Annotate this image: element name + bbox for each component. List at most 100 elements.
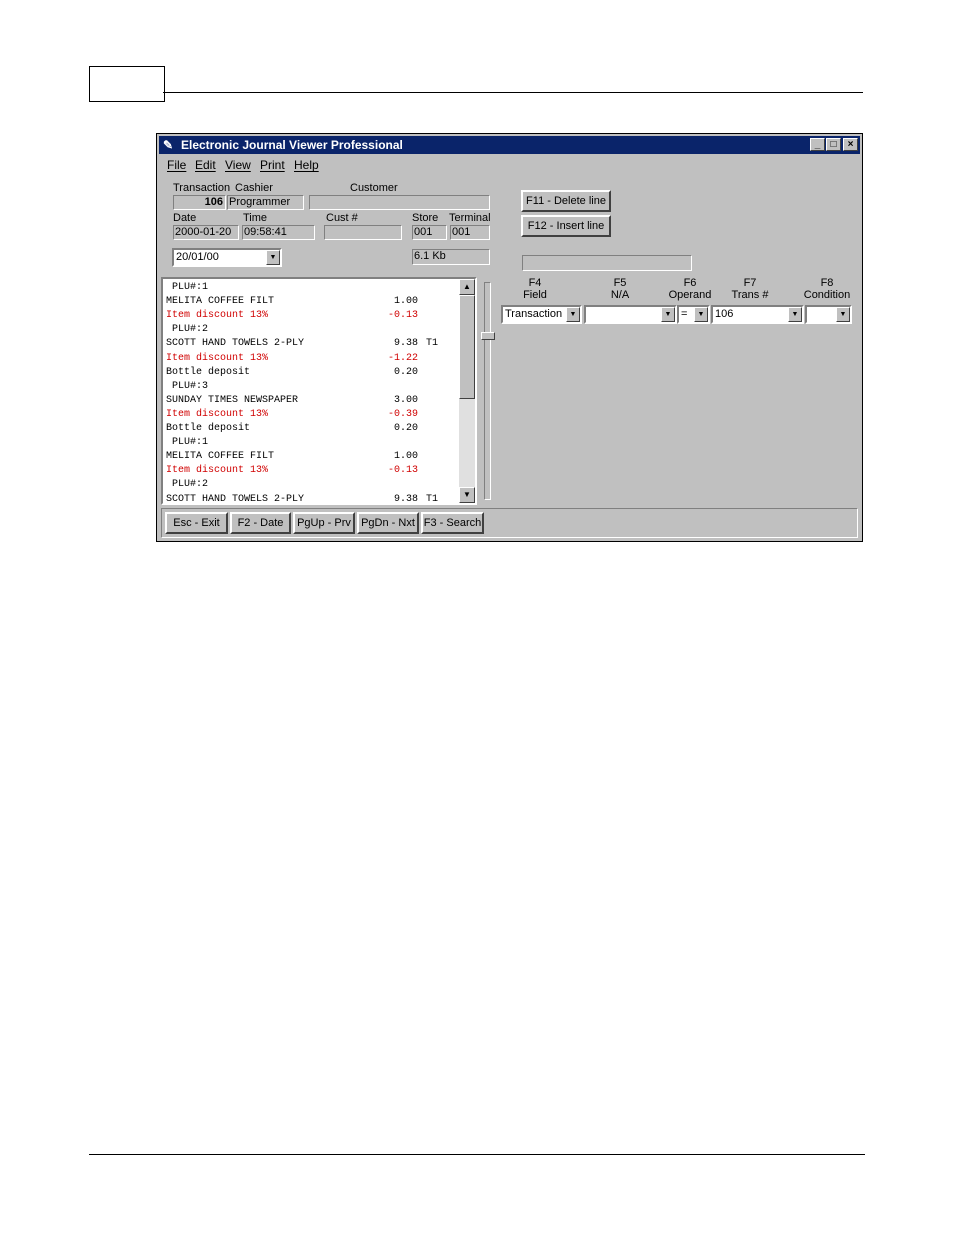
journal-line-amount: 0.20	[393, 366, 418, 378]
journal-line: PLU#:2	[166, 478, 208, 492]
page-down-button[interactable]: PgDn - Nxt	[357, 512, 419, 534]
journal-line-text: Bottle deposit	[166, 423, 251, 434]
journal-line-text: Item discount 13%	[166, 465, 269, 477]
minimize-button[interactable]: _	[810, 138, 825, 151]
journal-line-text: PLU#:1	[166, 437, 209, 449]
date-button[interactable]: F2 - Date	[230, 512, 291, 534]
insert-line-button[interactable]: F12 - Insert line	[521, 215, 611, 237]
date-select[interactable]: 20/01/00 ▼	[172, 248, 282, 267]
journal-list[interactable]: PLU#:1 MELITA COFFEE FILT 1.00 Item discoun…	[161, 277, 477, 505]
footer-rule	[89, 1154, 865, 1155]
journal-line: MELITA COFFEE FILT 1.00	[166, 450, 418, 464]
operand-select[interactable]: = ▼	[677, 305, 710, 324]
journal-line-text: SUNDAY TIMES NEWSPAPER	[166, 394, 299, 406]
maximize-button[interactable]: □	[826, 138, 841, 151]
menu-view[interactable]: View	[225, 158, 251, 172]
f5-field-label: N/A	[610, 289, 630, 301]
na-select[interactable]: ▼	[584, 305, 677, 324]
field-select[interactable]: Transaction ▼	[501, 305, 582, 324]
menu-help[interactable]: Help	[294, 158, 319, 172]
f4-key-label: F4	[528, 277, 542, 289]
title-bar[interactable]: ✎ Electronic Journal Viewer Professional…	[159, 136, 860, 154]
journal-line-text: MELITA COFFEE FILT	[166, 296, 275, 308]
journal-scrollbar[interactable]: ▲ ▼	[459, 279, 475, 503]
journal-line-amount: 9.38	[393, 338, 418, 350]
store-field: 001	[412, 225, 447, 240]
date-select-value: 20/01/00	[176, 251, 219, 263]
journal-line: SCOTT HAND TOWELS 2-PLY 9.38 T1	[166, 493, 438, 505]
journal-line: Item discount 13% -1.22	[166, 352, 418, 366]
journal-line: Bottle deposit 0.20	[166, 366, 418, 380]
scroll-down-arrow-icon[interactable]: ▼	[459, 487, 475, 503]
journal-line-tax: T1	[426, 338, 439, 350]
journal-line: PLU#:1	[166, 281, 208, 295]
journal-line: Item discount 13% -0.39	[166, 408, 418, 422]
date-label: Date	[173, 212, 197, 224]
transaction-label: Transaction	[173, 182, 231, 194]
scroll-up-arrow-icon[interactable]: ▲	[459, 279, 475, 295]
f6-key-label: F6	[683, 277, 697, 289]
journal-line-amount: 0.20	[393, 423, 418, 434]
journal-line-amount: 1.00	[393, 451, 418, 463]
delete-line-button[interactable]: F11 - Delete line	[521, 190, 611, 212]
app-icon: ✎	[163, 138, 174, 152]
chevron-down-icon[interactable]: ▼	[836, 307, 850, 322]
time-field: 09:58:41	[242, 225, 315, 240]
f8-header: F8 Condition	[803, 277, 851, 301]
f7-field-label: Trans #	[731, 289, 769, 301]
condition-select[interactable]: ▼	[805, 305, 852, 324]
menu-file[interactable]: File	[167, 158, 186, 172]
operand-select-value: =	[681, 308, 688, 320]
exit-button[interactable]: Esc - Exit	[165, 512, 228, 534]
customer-label: Customer	[350, 182, 398, 194]
cust-number-label: Cust #	[326, 212, 358, 224]
split-slider-thumb[interactable]	[481, 332, 495, 340]
f4-field-label: Field	[523, 289, 547, 301]
f7-key-label: F7	[743, 277, 757, 289]
journal-line-text: Item discount 13%	[166, 310, 269, 322]
trans-number-value: 106	[715, 308, 734, 320]
f5-header: F5 N/A	[607, 277, 633, 301]
journal-line-amount: -1.22	[387, 352, 418, 364]
journal-line-amount: -0.39	[387, 408, 418, 420]
chevron-down-icon[interactable]: ▼	[566, 307, 580, 322]
transaction-number-field: 106	[173, 195, 226, 210]
progress-field	[522, 255, 692, 271]
store-label: Store	[412, 212, 439, 224]
journal-viewer-window: ✎ Electronic Journal Viewer Professional…	[156, 133, 863, 542]
journal-line: Item discount 13% -0.13	[166, 309, 418, 323]
search-button[interactable]: F3 - Search	[421, 512, 484, 534]
journal-line-amount: 9.38	[393, 493, 418, 505]
chevron-down-icon[interactable]: ▼	[661, 307, 675, 322]
scroll-thumb[interactable]	[459, 295, 475, 399]
terminal-field: 001	[450, 225, 490, 240]
cashier-label: Cashier	[235, 182, 273, 194]
chevron-down-icon[interactable]: ▼	[788, 307, 802, 322]
trans-number-select[interactable]: 106 ▼	[711, 305, 804, 324]
chevron-down-icon[interactable]: ▼	[266, 250, 280, 265]
journal-line: PLU#:1	[166, 436, 208, 450]
f6-field-label: Operand	[668, 289, 712, 301]
f8-field-label: Condition	[803, 289, 851, 301]
journal-line: Item discount 13% -0.13	[166, 464, 418, 478]
field-select-value: Transaction	[505, 308, 563, 320]
journal-line-text: Item discount 13%	[166, 408, 269, 420]
f8-key-label: F8	[820, 277, 834, 289]
journal-line-text: PLU#:2	[166, 324, 209, 336]
menu-edit[interactable]: Edit	[195, 158, 216, 172]
f4-header: F4 Field	[523, 277, 547, 301]
split-slider-track[interactable]	[484, 282, 491, 500]
cashier-field: Programmer	[227, 195, 304, 210]
journal-line-amount: 1.00	[393, 296, 418, 308]
menu-bar: File Edit View Print Help	[159, 156, 860, 174]
chevron-down-icon[interactable]: ▼	[694, 307, 708, 322]
journal-line-text: Item discount 13%	[166, 352, 269, 364]
journal-line-text: PLU#:2	[166, 479, 209, 491]
journal-line-text: Bottle deposit	[166, 366, 251, 378]
close-button[interactable]: ×	[843, 138, 858, 151]
page-up-button[interactable]: PgUp - Prv	[293, 512, 355, 534]
journal-line-text: PLU#:3	[166, 380, 209, 392]
journal-line-text: SCOTT HAND TOWELS 2-PLY	[166, 493, 305, 505]
menu-print[interactable]: Print	[260, 158, 285, 172]
function-key-bar: Esc - Exit F2 - Date PgUp - Prv PgDn - N…	[161, 508, 858, 538]
